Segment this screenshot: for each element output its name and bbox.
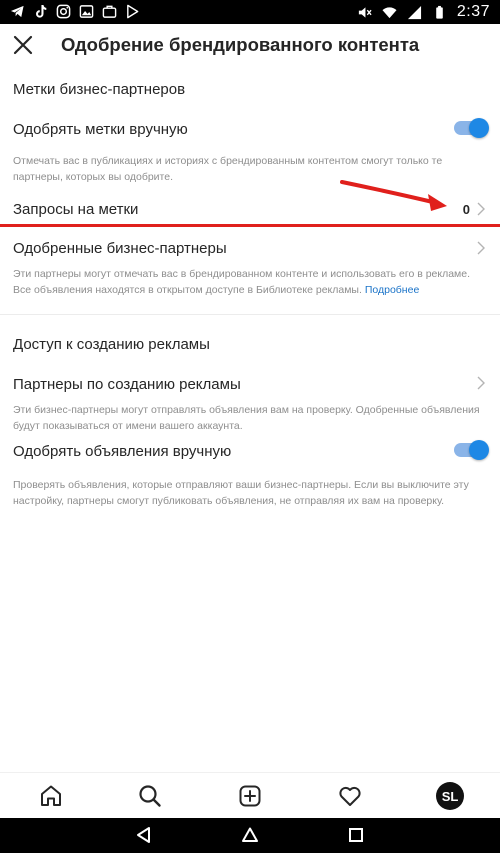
tag-requests-label[interactable]: Запросы на метки — [13, 201, 138, 218]
approve-tags-manually-label[interactable]: Одобрять метки вручную — [13, 121, 188, 138]
profile-avatar[interactable]: SL — [436, 782, 464, 810]
clock: 2:37 — [456, 3, 490, 20]
approved-partners-label[interactable]: Одобренные бизнес-партнеры — [13, 240, 227, 257]
approved-partners-description: Эти партнеры могут отмечать вас в бренди… — [13, 266, 483, 298]
photo-icon — [79, 5, 94, 18]
approve-ads-manually-label[interactable]: Одобрять объявления вручную — [13, 443, 231, 460]
section-title-business-tags: Метки бизнес-партнеров — [13, 81, 186, 98]
tiktok-icon — [36, 4, 47, 18]
status-bar: 2:37 — [0, 0, 500, 24]
battery-icon — [436, 5, 443, 19]
approve-ads-manually-toggle[interactable] — [454, 440, 489, 460]
section-title-ad-access: Доступ к созданию рекламы — [13, 336, 210, 353]
approve-tags-description: Отмечать вас в публикациях и историях с … — [13, 155, 443, 183]
app-header: Одобрение брендированного контента — [0, 24, 500, 68]
section-divider — [0, 314, 500, 315]
chevron-right-icon[interactable] — [476, 375, 486, 391]
home-icon[interactable] — [38, 783, 64, 809]
page-title: Одобрение брендированного контента — [61, 34, 420, 55]
chevron-right-icon[interactable] — [476, 240, 486, 256]
back-icon[interactable] — [134, 825, 154, 845]
telegram-icon — [10, 5, 24, 18]
approve-tags-manually-toggle[interactable] — [454, 118, 489, 138]
home-nav-icon[interactable] — [240, 825, 260, 845]
activity-icon[interactable] — [337, 783, 363, 809]
toggle-knob — [469, 440, 489, 460]
wifi-icon — [382, 6, 397, 18]
bottom-tab-bar: SL — [0, 772, 500, 818]
approve-ads-description: Проверять объявления, которые отправляют… — [13, 479, 469, 507]
system-nav-bar — [0, 818, 500, 853]
mute-icon — [358, 6, 372, 18]
signal-icon — [407, 5, 421, 19]
briefcase-icon — [102, 5, 117, 18]
ad-partners-description: Эти бизнес-партнеры могут отправлять объ… — [13, 404, 480, 432]
instagram-icon — [56, 4, 71, 19]
toggle-knob — [469, 118, 489, 138]
learn-more-link[interactable]: Подробнее — [365, 284, 419, 296]
chevron-right-icon[interactable] — [476, 201, 486, 217]
create-icon[interactable] — [237, 783, 263, 809]
recents-icon[interactable] — [346, 825, 366, 845]
close-icon[interactable] — [12, 34, 34, 56]
ad-partners-label[interactable]: Партнеры по созданию рекламы — [13, 376, 241, 393]
search-icon[interactable] — [137, 783, 163, 809]
annotation-underline — [0, 224, 500, 227]
tag-requests-count: 0 — [462, 202, 470, 217]
play-store-icon — [127, 4, 139, 19]
